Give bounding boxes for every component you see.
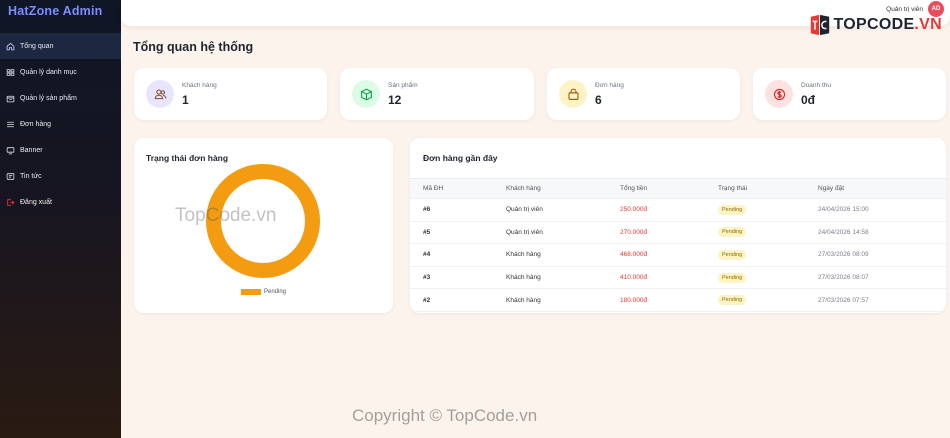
recent-orders-panel: Đơn hàng gần đây Mã ĐH Khách hàng Tổng t… [410,138,946,313]
column-header[interactable]: Trạng thái [718,178,818,199]
sidebar-item-label: Quản lý sản phẩm [20,94,77,102]
bag-icon [559,80,587,108]
stat-card-revenue[interactable]: Doanh thu 0đ [753,68,946,120]
topcode-logo-text: TOPCODE.VN [833,16,942,33]
users-icon [146,80,174,108]
orders-table: Mã ĐH Khách hàng Tổng tiền Trạng thái Ng… [410,178,946,312]
order-date: 27/03/2026 08:09 [818,243,946,267]
list-icon [5,119,15,129]
sidebar-item-overview[interactable]: Tổng quan [0,33,121,59]
page-title: Tổng quan hệ thống [133,40,254,54]
order-customer: Khách hàng [506,266,620,290]
order-status-cell: Pending [718,266,818,290]
order-status-cell: Pending [718,288,818,312]
stat-label: Doanh thu [801,82,831,89]
stat-value: 1 [182,93,189,107]
table-row[interactable]: #5 Quản trị viên 270.000đ Pending 24/04/… [410,221,946,245]
order-customer: Quản trị viên [506,198,620,222]
chart-legend[interactable]: Pending [241,289,286,295]
order-id: #3 [410,266,506,290]
stat-label: Sản phẩm [388,82,418,89]
legend-swatch [241,289,261,295]
sidebar-item-label: Banner [20,146,43,154]
home-icon [5,41,15,51]
table-row[interactable]: #6 Quản trị viên 250.000đ Pending 24/04/… [410,198,946,222]
monitor-icon [5,145,15,155]
sidebar-item-label: Tin tức [20,172,42,180]
status-badge: Pending [718,295,747,306]
sidebar-item-label: Đăng xuất [20,198,52,206]
topcode-logo: TOPCODE.VN [807,13,942,37]
order-id: #6 [410,198,506,222]
order-total: 180.000đ [620,288,718,312]
user-name[interactable]: Quản trị viên [886,6,923,13]
order-status-cell: Pending [718,198,818,222]
sidebar-item-label: Quản lý danh mục [20,68,77,76]
order-status-cell: Pending [718,243,818,267]
cube-icon [352,80,380,108]
table-row[interactable]: #2 Khách hàng 180.000đ Pending 27/03/202… [410,288,946,312]
order-total: 410.000đ [620,266,718,290]
column-header[interactable]: Tổng tiền [620,178,718,199]
order-date: 24/04/2026 15:00 [818,198,946,222]
grid-icon [5,67,15,77]
order-date: 24/04/2026 14:58 [818,221,946,245]
column-header[interactable]: Ngày đặt [818,178,946,199]
table-row[interactable]: #4 Khách hàng 468.000đ Pending 27/03/202… [410,243,946,267]
stat-card-products[interactable]: Sản phẩm 12 [340,68,534,120]
logout-icon [5,197,15,207]
stat-card-orders[interactable]: Đơn hàng 6 [547,68,740,120]
order-total: 250.000đ [620,198,718,222]
sidebar-item-label: Đơn hàng [20,120,52,128]
table-header-row: Mã ĐH Khách hàng Tổng tiền Trạng thái Ng… [410,178,946,199]
status-badge: Pending [718,249,747,260]
brand-title: HatZone Admin [8,4,103,18]
stat-value: 12 [388,93,402,107]
panel-title: Đơn hàng gần đây [423,153,498,163]
box-icon [5,93,15,103]
sidebar-item-logout[interactable]: Đăng xuất [0,189,121,215]
status-badge: Pending [718,272,747,283]
sidebar-item-banner[interactable]: Banner [0,137,121,163]
status-badge: Pending [718,204,747,215]
sidebar: HatZone Admin Tổng quan Quản lý danh mục… [0,0,121,438]
footer-copyright: Copyright © TopCode.vn [352,406,538,425]
table-row[interactable]: #3 Khách hàng 410.000đ Pending 27/03/202… [410,266,946,290]
order-total: 270.000đ [620,221,718,245]
order-id: #4 [410,243,506,267]
order-date: 27/03/2026 08:07 [818,266,946,290]
news-icon [5,171,15,181]
sidebar-item-news[interactable]: Tin tức [0,163,121,189]
stat-label: Đơn hàng [595,82,624,89]
dollar-icon [765,80,793,108]
sidebar-item-products[interactable]: Quản lý sản phẩm [0,85,121,111]
topcode-logo-icon [807,13,833,37]
order-date: 27/03/2026 07:57 [818,288,946,312]
order-id: #5 [410,221,506,245]
order-id: #2 [410,288,506,312]
stat-value: 0đ [801,93,816,107]
column-header[interactable]: Mã ĐH [410,178,506,199]
column-header[interactable]: Khách hàng [506,178,620,199]
sidebar-item-categories[interactable]: Quản lý danh mục [0,59,121,85]
sidebar-nav: Tổng quan Quản lý danh mục Quản lý sản p… [0,33,121,215]
order-customer: Khách hàng [506,243,620,267]
stat-label: Khách hàng [182,82,217,89]
stat-value: 6 [595,93,602,107]
watermark: TopCode.vn [175,205,277,226]
stat-card-customers[interactable]: Khách hàng 1 [134,68,327,120]
order-customer: Quản trị viên [506,221,620,245]
legend-label: Pending [264,289,287,295]
order-status-cell: Pending [718,221,818,245]
sidebar-item-label: Tổng quan [20,42,54,50]
order-customer: Khách hàng [506,288,620,312]
order-total: 468.000đ [620,243,718,267]
status-badge: Pending [718,227,747,238]
sidebar-item-orders[interactable]: Đơn hàng [0,111,121,137]
